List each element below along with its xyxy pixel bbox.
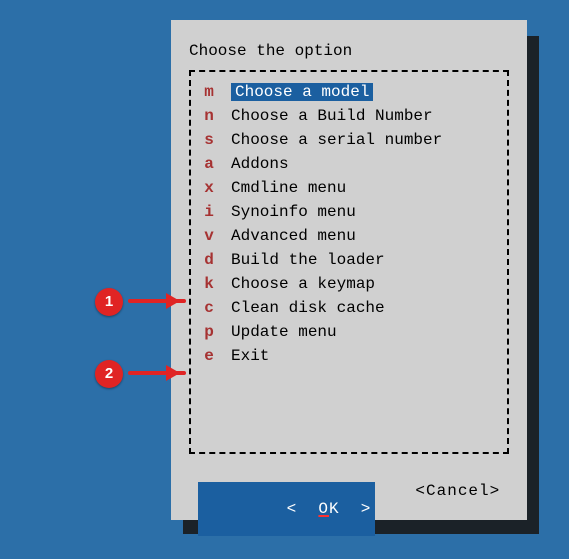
menu-item-m[interactable]: m Choose a model	[201, 80, 495, 104]
menu-item-key: d	[201, 251, 217, 269]
menu-item-key: s	[201, 131, 217, 149]
annotation-1: 1	[95, 288, 123, 316]
menu-item-key: p	[201, 323, 217, 341]
ok-underline-letter: O	[318, 500, 329, 518]
menu-item-label: Choose a serial number	[231, 131, 442, 149]
cancel-button[interactable]: <Cancel>	[415, 482, 500, 536]
menu-item-a[interactable]: a Addons	[201, 152, 495, 176]
menu-item-label: Build the loader	[231, 251, 385, 269]
menu-item-label: Choose a model	[231, 83, 373, 101]
menu-item-label: Exit	[231, 347, 269, 365]
dialog-buttons: < OK > <Cancel>	[187, 482, 511, 536]
menu-item-s[interactable]: s Choose a serial number	[201, 128, 495, 152]
menu-item-c[interactable]: c Clean disk cache	[201, 296, 495, 320]
dialog-panel: Choose the option m Choose a model n Choose…	[171, 20, 527, 520]
menu-item-label: Addons	[231, 155, 289, 173]
menu-item-x[interactable]: x Cmdline menu	[201, 176, 495, 200]
menu-item-d[interactable]: d Build the loader	[201, 248, 495, 272]
menu-item-label: Synoinfo menu	[231, 203, 356, 221]
ok-button[interactable]: < OK >	[198, 482, 376, 536]
menu-item-key: e	[201, 347, 217, 365]
menu-item-key: v	[201, 227, 217, 245]
menu-item-i[interactable]: i Synoinfo menu	[201, 200, 495, 224]
menu-item-k[interactable]: k Choose a keymap	[201, 272, 495, 296]
menu-item-key: x	[201, 179, 217, 197]
menu-item-key: k	[201, 275, 217, 293]
annotation-2: 2	[95, 360, 123, 388]
menu-item-label: Update menu	[231, 323, 337, 341]
menu-item-p[interactable]: p Update menu	[201, 320, 495, 344]
dialog: Choose the option m Choose a model n Choose…	[171, 20, 527, 520]
menu-item-key: i	[201, 203, 217, 221]
annotation-badge-1: 1	[95, 288, 123, 316]
menu-item-key: c	[201, 299, 217, 317]
menu-item-v[interactable]: v Advanced menu	[201, 224, 495, 248]
menu-item-n[interactable]: n Choose a Build Number	[201, 104, 495, 128]
menu-item-e[interactable]: e Exit	[201, 344, 495, 368]
ok-open: <	[287, 500, 319, 518]
menu-item-key: a	[201, 155, 217, 173]
ok-rest: K >	[329, 500, 371, 518]
menu-item-label: Clean disk cache	[231, 299, 385, 317]
dialog-title: Choose the option	[189, 42, 509, 60]
menu-item-label: Choose a Build Number	[231, 107, 433, 125]
menu-item-key: m	[201, 83, 217, 101]
menu-list: m Choose a model n Choose a Build Number s Ch…	[189, 70, 509, 454]
annotation-badge-2: 2	[95, 360, 123, 388]
menu-item-label: Cmdline menu	[231, 179, 346, 197]
menu-item-label: Advanced menu	[231, 227, 356, 245]
menu-item-key: n	[201, 107, 217, 125]
menu-item-label: Choose a keymap	[231, 275, 375, 293]
